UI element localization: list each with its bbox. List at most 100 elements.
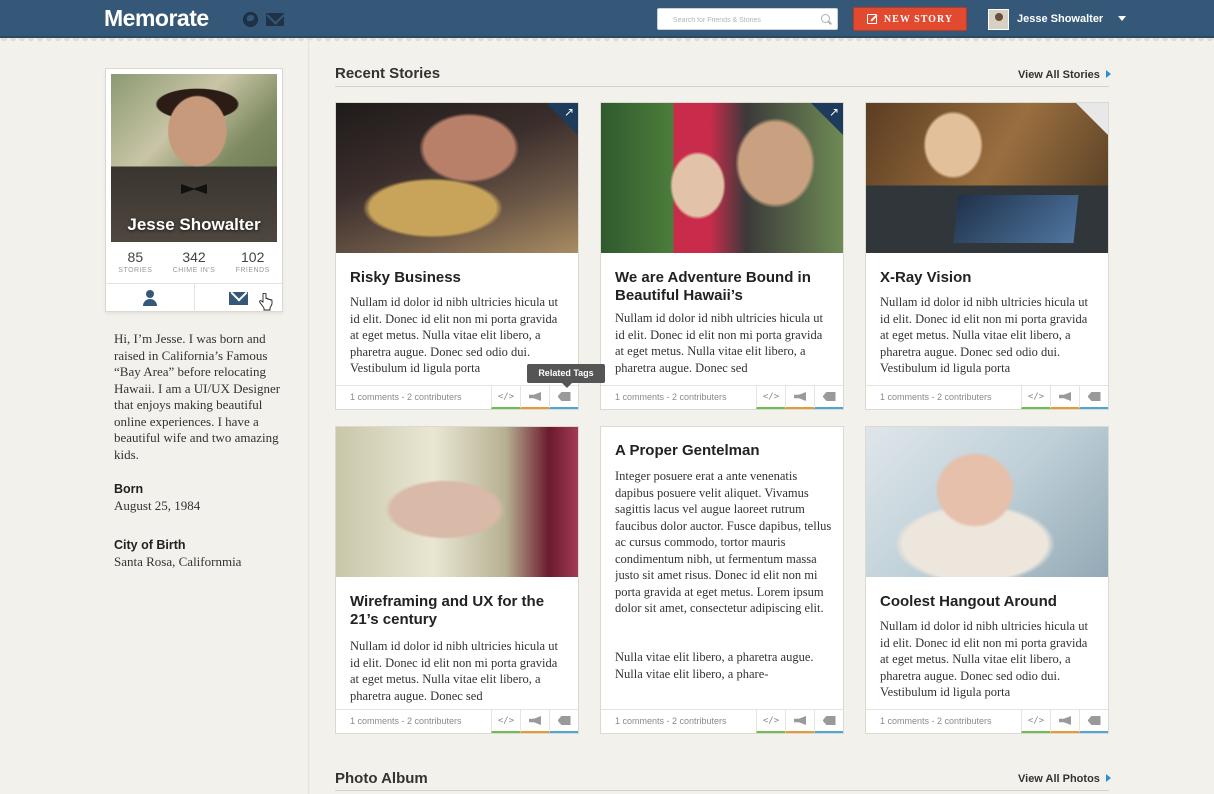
user-avatar[interactable] [988, 9, 1009, 30]
story-excerpt: Nullam id dolor id nibh ultricies hicula… [350, 639, 558, 703]
embed-button[interactable]: </> [756, 710, 785, 733]
top-navigation-bar: Memorate NEW STORY Jesse Showalter [0, 0, 1214, 38]
announce-button[interactable] [1050, 710, 1079, 733]
announce-button[interactable] [785, 710, 814, 733]
view-all-stories-link[interactable]: View All Stories [1018, 69, 1111, 81]
city-label: City of Birth [114, 538, 186, 552]
story-title[interactable]: X-Ray Vision [880, 269, 1096, 287]
announce-button[interactable] [785, 386, 814, 409]
stat-stories[interactable]: 85 STORIES [106, 249, 165, 274]
story-photo[interactable] [336, 427, 578, 577]
stat-friends[interactable]: 102 FRIENDS [223, 249, 282, 274]
story-photo[interactable] [866, 103, 1108, 253]
megaphone-icon [529, 716, 541, 725]
related-tags-button[interactable] [1079, 386, 1108, 409]
code-icon: </> [497, 715, 515, 726]
embed-button[interactable]: </> [491, 386, 520, 409]
story-photo[interactable] [601, 103, 843, 253]
messages-icon[interactable] [266, 13, 284, 26]
related-tags-button[interactable] [1079, 710, 1108, 733]
story-card[interactable]: ↗ We are Adventure Bound in Beautiful Ha… [600, 102, 844, 410]
share-arrow-icon[interactable]: ↗ [829, 106, 839, 118]
arrow-right-icon [1105, 774, 1111, 782]
embed-button[interactable]: </> [756, 386, 785, 409]
story-photo[interactable] [866, 427, 1108, 577]
user-menu-name[interactable]: Jesse Showalter [1017, 13, 1103, 25]
tag-icon [822, 392, 836, 401]
pencil-icon [866, 14, 877, 24]
tag-icon [822, 716, 836, 725]
bowtie-icon [181, 184, 207, 194]
share-corner[interactable] [1076, 103, 1108, 135]
story-title[interactable]: Wireframing and UX for the 21’s century [350, 593, 566, 629]
embed-button[interactable]: </> [1021, 710, 1050, 733]
search-icon[interactable] [821, 14, 830, 23]
view-all-photos-link[interactable]: View All Photos [1018, 773, 1111, 785]
story-meta[interactable]: 1 comments - 2 contributers [866, 710, 1021, 733]
story-photo[interactable] [336, 103, 578, 253]
mail-icon [228, 291, 248, 305]
announce-button[interactable] [520, 710, 549, 733]
story-footer: 1 comments - 2 contributers </> [866, 709, 1108, 733]
story-title[interactable]: Coolest Hangout Around [880, 593, 1096, 611]
globe-icon[interactable] [243, 12, 258, 27]
announce-button[interactable] [1050, 386, 1079, 409]
section-divider [335, 790, 1109, 791]
megaphone-icon [529, 392, 541, 401]
megaphone-icon [1059, 392, 1071, 401]
app-logo[interactable]: Memorate [104, 5, 209, 32]
tag-icon [1087, 716, 1101, 725]
view-all-photos-label: View All Photos [1018, 773, 1100, 785]
arrow-right-icon [1105, 70, 1111, 78]
tag-icon [557, 716, 571, 725]
city-value: Santa Rosa, Californmia [114, 554, 242, 569]
new-story-button[interactable]: NEW STORY [853, 7, 967, 31]
search-input[interactable] [673, 10, 828, 31]
story-footer: 1 comments - 2 contributers </> [336, 385, 578, 409]
story-excerpt: Nullam id dolor id nibh ultricies hicula… [880, 619, 1088, 699]
story-excerpt: Nullam id dolor id nibh ultricies hicula… [880, 295, 1088, 375]
announce-button[interactable] [520, 386, 549, 409]
view-profile-button[interactable] [106, 284, 194, 312]
megaphone-icon [1059, 716, 1071, 725]
stat-chimeins[interactable]: 342 CHIME IN'S [165, 249, 224, 274]
story-meta[interactable]: 1 comments - 2 contributers [336, 386, 491, 409]
stat-number: 85 [127, 249, 144, 265]
person-icon [142, 290, 158, 306]
story-card[interactable]: X-Ray Vision Nullam id dolor id nibh ult… [865, 102, 1109, 410]
new-story-label: NEW STORY [883, 13, 954, 25]
story-card[interactable]: A Proper Gentelman Integer posuere erat … [600, 426, 844, 734]
story-excerpt: Nullam id dolor id nibh ultricies hicula… [615, 311, 823, 375]
chevron-down-icon[interactable] [1118, 16, 1126, 21]
related-tags-button[interactable] [814, 386, 843, 409]
born-label: Born [114, 482, 144, 496]
related-tags-button[interactable] [549, 710, 578, 733]
story-meta[interactable]: 1 comments - 2 contributers [601, 710, 756, 733]
story-card[interactable]: Wireframing and UX for the 21’s century … [335, 426, 579, 734]
stat-label: CHIME IN'S [172, 267, 216, 274]
story-card[interactable]: Coolest Hangout Around Nullam id dolor i… [865, 426, 1109, 734]
related-tags-button[interactable] [814, 710, 843, 733]
story-title[interactable]: Risky Business [350, 269, 566, 287]
story-title[interactable]: We are Adventure Bound in Beautiful Hawa… [615, 269, 831, 305]
story-meta[interactable]: 1 comments - 2 contributers [866, 386, 1021, 409]
related-tags-button[interactable] [549, 386, 578, 409]
code-icon: </> [1027, 715, 1045, 726]
megaphone-icon [794, 716, 806, 725]
story-footer: 1 comments - 2 contributers </> [336, 709, 578, 733]
story-footer: 1 comments - 2 contributers </> [601, 385, 843, 409]
column-divider [308, 40, 311, 794]
embed-button[interactable]: </> [491, 710, 520, 733]
share-arrow-icon[interactable]: ↗ [564, 106, 574, 118]
code-icon: </> [762, 715, 780, 726]
stat-number: 342 [182, 249, 206, 265]
recent-stories-title: Recent Stories [335, 65, 441, 82]
search-box [657, 8, 838, 31]
story-meta[interactable]: 1 comments - 2 contributers [601, 386, 756, 409]
story-excerpt: Integer posuere erat a ante venenatis da… [615, 469, 832, 615]
embed-button[interactable]: </> [1021, 386, 1050, 409]
stat-label: FRIENDS [235, 267, 270, 274]
story-title[interactable]: A Proper Gentelman [615, 442, 831, 460]
code-icon: </> [497, 391, 515, 402]
story-meta[interactable]: 1 comments - 2 contributers [336, 710, 491, 733]
